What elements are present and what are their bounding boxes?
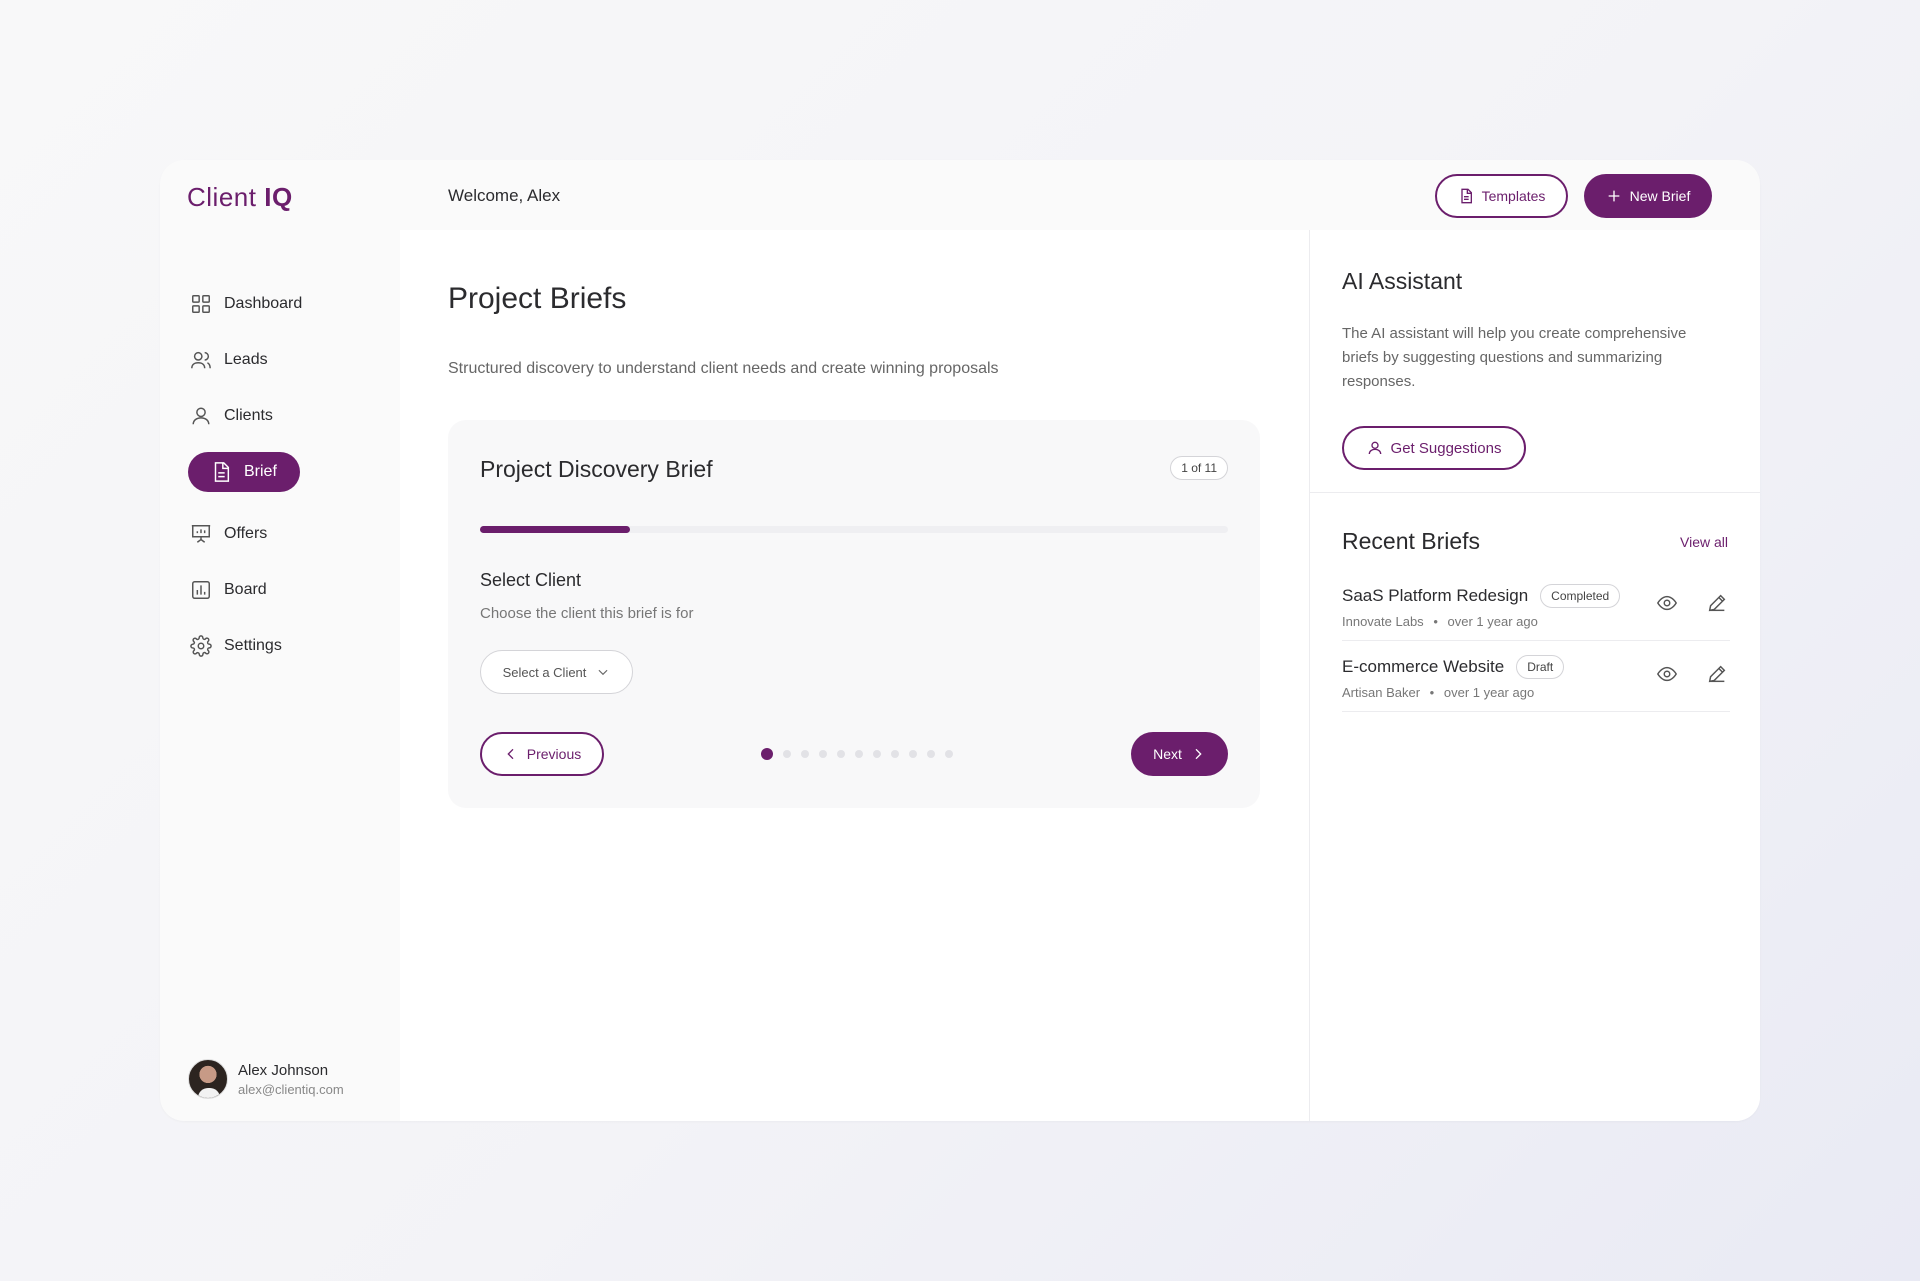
next-button-label: Next <box>1153 746 1182 762</box>
sidebar-item-board[interactable]: Board <box>188 570 378 610</box>
step-dot[interactable] <box>855 750 863 758</box>
next-button[interactable]: Next <box>1131 732 1228 776</box>
status-badge: Completed <box>1540 584 1621 608</box>
step-dot[interactable] <box>873 750 881 758</box>
recent-briefs-list: SaaS Platform Redesign Completed Innovat… <box>1342 570 1730 712</box>
brief-time: over 1 year ago <box>1447 614 1538 629</box>
chevron-down-icon <box>598 669 608 676</box>
page-title: Project Briefs <box>448 282 627 315</box>
sidebar-item-dashboard[interactable]: Dashboard <box>188 284 378 324</box>
card-title: Project Discovery Brief <box>480 456 713 482</box>
document-icon <box>1460 188 1472 204</box>
bar-chart-icon <box>188 577 214 603</box>
welcome-text: Welcome, Alex <box>448 186 561 205</box>
step-dot[interactable] <box>837 750 845 758</box>
previous-button[interactable]: Previous <box>480 732 604 776</box>
step-dot[interactable] <box>945 750 953 758</box>
sidebar-item-offers[interactable]: Offers <box>188 514 378 554</box>
ai-assistant-title: AI Assistant <box>1342 268 1463 294</box>
avatar <box>188 1059 228 1099</box>
document-icon <box>208 459 234 485</box>
user-info: Alex Johnson alex@clientiq.com <box>238 1062 344 1097</box>
user-profile[interactable]: Alex Johnson alex@clientiq.com <box>188 1059 344 1099</box>
previous-button-label: Previous <box>526 746 582 762</box>
progress-fill <box>480 526 630 533</box>
list-item[interactable]: E-commerce Website Draft Artisan Baker •… <box>1342 641 1730 712</box>
step-dot[interactable] <box>927 750 935 758</box>
gear-icon <box>188 633 214 659</box>
recent-briefs-title: Recent Briefs <box>1342 528 1481 554</box>
new-brief-button[interactable]: New Brief <box>1584 174 1712 218</box>
logo[interactable]: Client IQ <box>187 182 293 213</box>
brief-client: Innovate Labs <box>1342 614 1424 629</box>
brief-time: over 1 year ago <box>1443 685 1535 700</box>
step-dots <box>761 748 953 760</box>
brief-name: E-commerce Website <box>1342 657 1505 676</box>
templates-button[interactable]: Templates <box>1435 174 1568 218</box>
presentation-icon <box>188 521 214 547</box>
logo-accent: IQ <box>264 182 293 212</box>
sidebar-item-label: Board <box>224 581 267 598</box>
client-select-value: Select a Client <box>502 664 587 680</box>
ai-assistant-description: The AI assistant will help you create co… <box>1342 325 1687 390</box>
progress-bar <box>480 526 1228 533</box>
chevron-left-icon <box>507 748 514 760</box>
brief-card: Project Discovery Brief 1 of 11 Select C… <box>448 420 1260 808</box>
list-item[interactable]: SaaS Platform Redesign Completed Innovat… <box>1342 570 1730 641</box>
new-brief-button-label: New Brief <box>1629 188 1691 204</box>
divider <box>1310 492 1760 493</box>
user-email: alex@clientiq.com <box>238 1081 344 1097</box>
step-dot[interactable] <box>761 748 773 760</box>
client-select[interactable]: Select a Client <box>480 650 633 694</box>
sidebar-item-leads[interactable]: Leads <box>188 340 378 380</box>
sidebar-item-label: Clients <box>224 407 273 424</box>
sidebar-item-clients[interactable]: Clients <box>188 396 378 436</box>
step-dot[interactable] <box>783 750 791 758</box>
sidebar-item-label: Brief <box>244 463 277 480</box>
sidebar-item-label: Offers <box>224 525 268 542</box>
meta-separator: • <box>1433 614 1438 629</box>
pencil-icon[interactable] <box>1704 590 1730 616</box>
sidebar-item-label: Leads <box>224 351 268 368</box>
sidebar-item-settings[interactable]: Settings <box>188 626 378 666</box>
sidebar-item-label: Dashboard <box>224 295 303 312</box>
grid-icon <box>188 291 214 317</box>
right-panel: AI Assistant The AI assistant will help … <box>1309 230 1760 1121</box>
user-name: Alex Johnson <box>238 1061 329 1079</box>
brief-name: SaaS Platform Redesign <box>1342 586 1529 605</box>
step-badge: 1 of 11 <box>1170 456 1228 480</box>
main-content: Project Briefs Structured discovery to u… <box>400 230 1309 1121</box>
user-icon <box>1368 441 1381 455</box>
get-suggestions-button[interactable]: Get Suggestions <box>1342 426 1526 470</box>
page-description: Structured discovery to understand clien… <box>448 360 999 377</box>
get-suggestions-label: Get Suggestions <box>1390 439 1502 457</box>
sidebar-item-label: Settings <box>224 637 282 654</box>
sidebar-nav: Dashboard Leads Clients Brief Offers Boa… <box>188 284 378 682</box>
step-dot[interactable] <box>909 750 917 758</box>
templates-button-label: Templates <box>1481 188 1546 204</box>
pencil-icon[interactable] <box>1704 661 1730 687</box>
step-dot[interactable] <box>891 750 899 758</box>
chevron-right-icon <box>1195 748 1202 760</box>
brief-client: Artisan Baker <box>1342 685 1421 700</box>
status-badge: Draft <box>1516 655 1565 679</box>
field-help: Choose the client this brief is for <box>480 605 694 622</box>
plus-icon <box>1608 190 1619 202</box>
logo-text: Client <box>187 182 257 212</box>
sidebar: Client IQ Dashboard Leads Clients Brief … <box>160 160 400 1121</box>
user-icon <box>188 403 214 429</box>
eye-icon[interactable] <box>1654 590 1680 616</box>
eye-icon[interactable] <box>1654 661 1680 687</box>
field-label: Select Client <box>480 570 582 590</box>
sidebar-item-brief[interactable]: Brief <box>188 452 300 492</box>
step-dot[interactable] <box>801 750 809 758</box>
step-dot[interactable] <box>819 750 827 758</box>
view-all-link[interactable]: View all <box>1680 534 1728 550</box>
app-window: Client IQ Dashboard Leads Clients Brief … <box>160 160 1760 1121</box>
meta-separator: • <box>1429 685 1435 700</box>
users-icon <box>188 347 214 373</box>
